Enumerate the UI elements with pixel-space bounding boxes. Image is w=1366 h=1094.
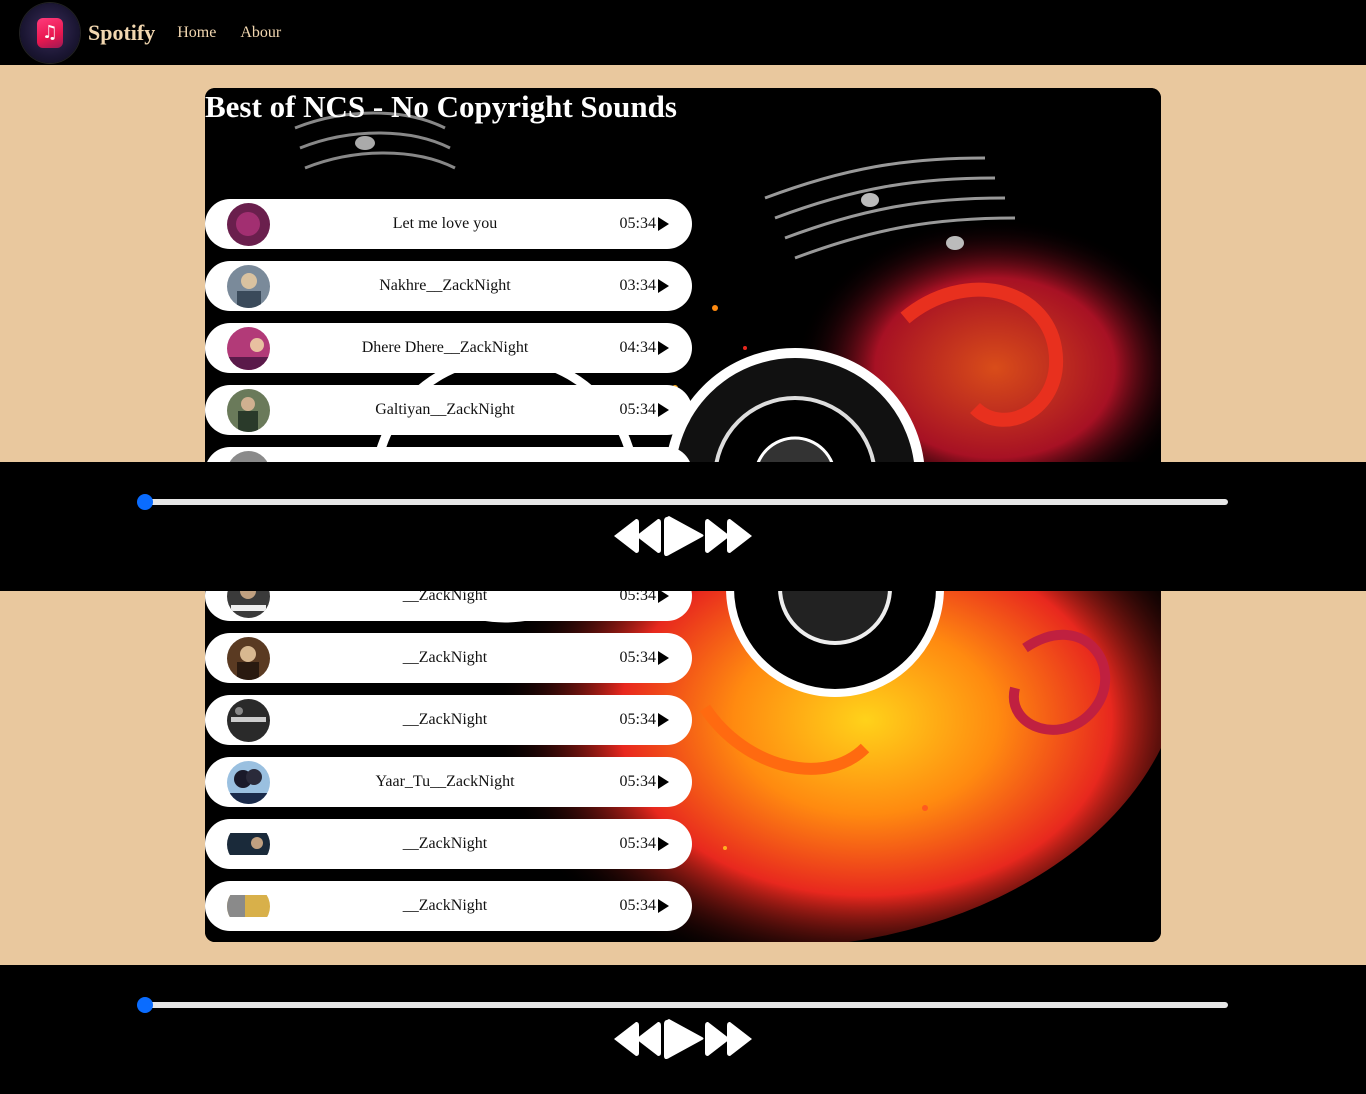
song-name: __ZackNight (402, 897, 488, 914)
song-duration: 05:34 (619, 649, 656, 666)
progress-thumb[interactable] (137, 494, 153, 510)
song-item[interactable]: Dhere Dhere__ZackNight 04:34 (205, 323, 692, 373)
player-controls (612, 1018, 754, 1060)
play-icon[interactable] (658, 899, 669, 913)
playlist-title: Best of NCS - No Copyright Sounds (205, 89, 677, 124)
music-note-icon: ♫ (37, 17, 63, 48)
progress-thumb[interactable] (137, 997, 153, 1013)
progress-bar[interactable] (137, 494, 1228, 510)
song-item[interactable]: Let me love you 05:34 (205, 199, 692, 249)
song-duration: 03:34 (619, 277, 656, 294)
progress-bar[interactable] (137, 997, 1228, 1013)
song-duration: 05:34 (619, 897, 656, 914)
song-item[interactable]: Galtiyan__ZackNight 05:34 (205, 385, 692, 435)
previous-icon[interactable] (614, 519, 661, 553)
play-icon[interactable] (658, 341, 669, 355)
navbar: ♫ Spotify Home Abour (0, 0, 1366, 65)
play-icon[interactable] (664, 1019, 704, 1060)
song-cover (227, 637, 270, 680)
song-cover (227, 327, 270, 370)
play-icon[interactable] (658, 775, 669, 789)
song-name: Nakhre__ZackNight (379, 277, 511, 294)
next-icon[interactable] (705, 519, 752, 553)
song-name: Yaar_Tu__ZackNight (375, 773, 515, 790)
song-name: Dhere Dhere__ZackNight (361, 339, 529, 356)
app-logo[interactable]: ♫ (20, 2, 80, 63)
play-icon[interactable] (658, 279, 669, 293)
play-icon[interactable] (658, 403, 669, 417)
song-cover (227, 265, 270, 308)
song-cover (227, 203, 270, 246)
song-cover (227, 389, 270, 432)
player-bar (0, 965, 1366, 1094)
song-duration: 05:34 (619, 773, 656, 790)
song-cover (227, 885, 270, 928)
song-item[interactable]: __ZackNight 05:34 (205, 819, 692, 869)
play-icon[interactable] (658, 651, 669, 665)
play-icon[interactable] (664, 516, 704, 557)
song-cover (227, 823, 270, 866)
song-cover (227, 761, 270, 804)
brand-name[interactable]: Spotify (88, 20, 155, 46)
song-item[interactable]: Nakhre__ZackNight 03:34 (205, 261, 692, 311)
player-controls (612, 515, 754, 557)
song-name: __ZackNight (402, 711, 488, 728)
play-icon[interactable] (658, 589, 669, 603)
song-item[interactable]: __ZackNight 05:34 (205, 695, 692, 745)
next-icon[interactable] (705, 1022, 752, 1056)
song-item[interactable]: __ZackNight 05:34 (205, 633, 692, 683)
song-item[interactable]: __ZackNight 05:34 (205, 881, 692, 931)
song-duration: 05:34 (619, 215, 656, 232)
song-name: __ZackNight (402, 835, 488, 852)
song-duration: 05:34 (619, 711, 656, 728)
nav-link-about[interactable]: Abour (240, 24, 281, 42)
nav-link-home[interactable]: Home (177, 24, 216, 42)
song-cover (227, 699, 270, 742)
song-name: Let me love you (392, 215, 498, 232)
song-duration: 05:34 (619, 401, 656, 418)
song-name: __ZackNight (402, 649, 488, 666)
song-duration: 05:34 (619, 835, 656, 852)
song-name: Galtiyan__ZackNight (375, 401, 515, 418)
play-icon[interactable] (658, 713, 669, 727)
play-icon[interactable] (658, 217, 669, 231)
song-item[interactable]: Yaar_Tu__ZackNight 05:34 (205, 757, 692, 807)
previous-icon[interactable] (614, 1022, 661, 1056)
player-bar (0, 462, 1366, 591)
song-duration: 04:34 (619, 339, 656, 356)
play-icon[interactable] (658, 837, 669, 851)
